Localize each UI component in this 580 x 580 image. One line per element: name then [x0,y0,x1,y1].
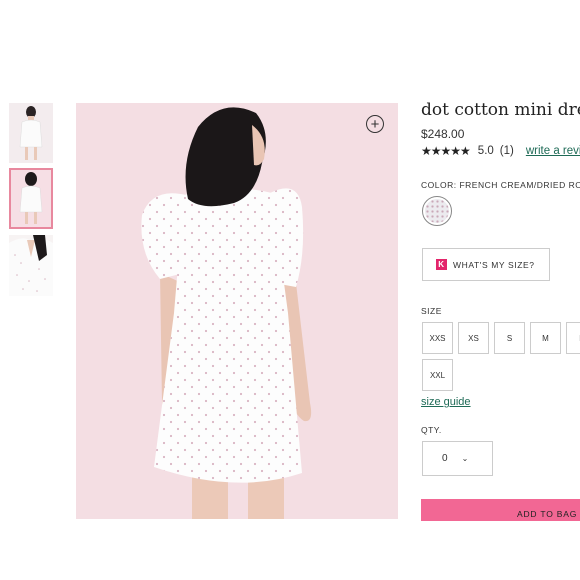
thumbnail-front-view[interactable] [9,103,53,163]
product-title: dot cotton mini dress [421,100,580,120]
rating-count[interactable]: (1) [500,145,514,157]
size-option-s[interactable]: S [494,322,525,354]
color-swatch-pattern [425,199,449,223]
zoom-icon[interactable]: + [366,115,384,133]
size-option-xxl[interactable]: XXL [422,359,453,391]
size-finder-icon: K [436,259,447,270]
thumbnail-back-view[interactable] [9,168,53,229]
product-details-panel: dot cotton mini dress $248.00 ★★★★★ 5.0 … [421,0,580,580]
thumbnail-detail-view[interactable] [9,235,53,296]
size-label: SIZE [421,306,442,316]
size-guide-link[interactable]: size guide [421,396,471,408]
product-price: $248.00 [421,127,465,141]
color-label: COLOR: FRENCH CREAM/DRIED ROSE [421,180,580,190]
star-rating-icon: ★★★★★ [421,144,471,158]
quantity-value: 0 [442,453,448,464]
size-option-l[interactable]: L [566,322,580,354]
quantity-select[interactable]: 0 ⌄ [422,441,493,476]
color-swatch[interactable] [422,196,452,226]
size-option-xxs[interactable]: XXS [422,322,453,354]
main-product-image[interactable]: + [76,103,398,519]
rating-row: ★★★★★ 5.0 (1) write a review [421,144,580,158]
size-option-xs[interactable]: XS [458,322,489,354]
whats-my-size-label: WHAT'S MY SIZE? [453,259,535,270]
add-to-bag-button[interactable]: ADD TO BAG [421,499,580,521]
add-to-bag-label: ADD TO BAG [517,509,578,519]
write-review-link[interactable]: write a review [526,145,580,157]
quantity-label: QTY. [421,425,442,435]
whats-my-size-button[interactable]: K WHAT'S MY SIZE? [422,248,550,281]
chevron-down-icon: ⌄ [461,454,469,463]
size-option-m[interactable]: M [530,322,561,354]
rating-score: 5.0 [477,145,494,157]
